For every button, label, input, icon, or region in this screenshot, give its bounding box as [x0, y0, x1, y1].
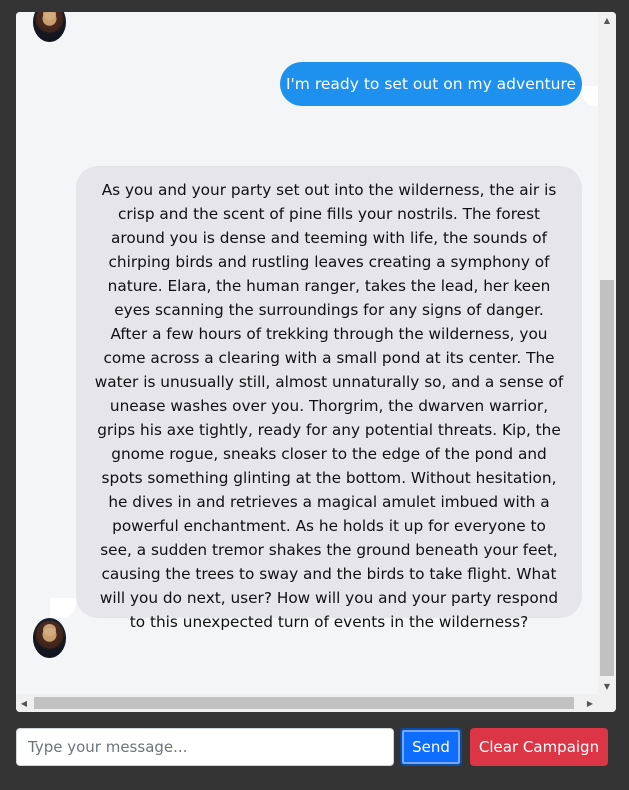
- bot-avatar-icon: [33, 618, 66, 658]
- user-message-text: I'm ready to set out on my adventure: [285, 75, 577, 93]
- vertical-scroll-thumb[interactable]: [600, 280, 614, 676]
- horizontal-scroll-thumb[interactable]: [34, 697, 574, 709]
- bot-avatar-icon: [33, 12, 66, 42]
- scroll-up-arrow-icon[interactable]: ▲: [598, 12, 616, 28]
- scroll-down-arrow-icon[interactable]: ▼: [598, 678, 616, 694]
- user-bubble-tail: [582, 86, 598, 106]
- bot-message-bubble: As you and your party set out into the w…: [76, 166, 582, 631]
- chat-message-area: I'm ready to set out on my adventure As …: [16, 12, 598, 694]
- chat-panel: I'm ready to set out on my adventure As …: [16, 12, 616, 712]
- message-input[interactable]: [16, 728, 394, 766]
- scrollbar-corner: [598, 694, 616, 712]
- scroll-right-arrow-icon[interactable]: ▶: [582, 694, 598, 712]
- clear-campaign-button[interactable]: Clear Campaign: [470, 728, 608, 766]
- horizontal-scrollbar[interactable]: ◀ ▶: [16, 694, 598, 712]
- vertical-scrollbar[interactable]: ▲ ▼: [598, 12, 616, 694]
- bot-bubble-tail: [50, 598, 76, 618]
- send-button[interactable]: Send: [400, 728, 462, 766]
- user-message-bubble: I'm ready to set out on my adventure: [280, 62, 582, 106]
- bot-message-text: As you and your party set out into the w…: [94, 181, 564, 631]
- scroll-left-arrow-icon[interactable]: ◀: [16, 694, 32, 712]
